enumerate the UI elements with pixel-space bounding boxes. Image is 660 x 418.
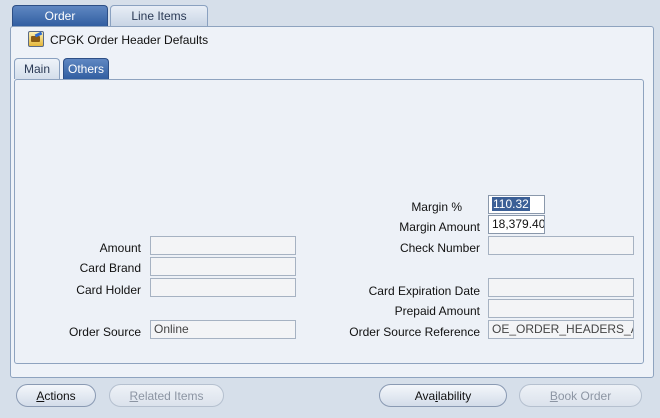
tab-line-items[interactable]: Line Items [110, 5, 208, 26]
order-source-field[interactable]: Online [150, 320, 296, 339]
tab-others[interactable]: Others [63, 58, 109, 80]
edit-folder-icon[interactable] [28, 31, 44, 47]
actions-button[interactable]: Actions [16, 384, 96, 407]
card-holder-label: Card Holder [76, 283, 141, 297]
order-source-reference-label: Order Source Reference [349, 325, 480, 339]
margin-amount-label: Margin Amount [399, 220, 480, 234]
card-holder-field[interactable] [150, 278, 296, 297]
book-order-button[interactable]: Book Order [519, 384, 642, 407]
book-order-mnemonic: B [549, 389, 558, 403]
amount-label: Amount [99, 241, 141, 255]
related-items-mnemonic: R [129, 389, 139, 403]
tab-main[interactable]: Main [14, 58, 60, 79]
related-items-button[interactable]: Related Items [109, 384, 224, 407]
book-order-label: ook Order [557, 389, 612, 403]
availability-label-pre: Ava [414, 389, 436, 403]
actions-label: ctions [44, 389, 76, 403]
card-brand-label: Card Brand [79, 261, 141, 275]
margin-percent-label: Margin % [411, 200, 462, 214]
card-expiration-date-label: Card Expiration Date [368, 284, 480, 298]
margin-percent-field[interactable]: 110.32 [488, 195, 545, 214]
availability-button[interactable]: Availability [379, 384, 507, 407]
tab-order-information[interactable]: Order Information [12, 5, 108, 44]
page-title: CPGK Order Header Defaults [50, 33, 209, 47]
check-number-field[interactable] [488, 236, 634, 255]
availability-label-post: lability [437, 389, 472, 403]
related-items-label: elated Items [138, 389, 204, 403]
amount-field[interactable] [150, 236, 296, 255]
order-source-label: Order Source [68, 325, 141, 339]
margin-amount-field[interactable]: 18,379.40 [488, 215, 545, 234]
check-number-label: Check Number [399, 241, 480, 255]
prepaid-amount-label: Prepaid Amount [394, 304, 480, 318]
prepaid-amount-field[interactable] [488, 299, 634, 318]
card-expiration-date-field[interactable] [488, 278, 634, 297]
card-brand-field[interactable] [150, 257, 296, 276]
order-source-reference-field[interactable]: OE_ORDER_HEADERS_AL [488, 320, 634, 339]
margin-percent-value: 110.32 [492, 197, 530, 211]
